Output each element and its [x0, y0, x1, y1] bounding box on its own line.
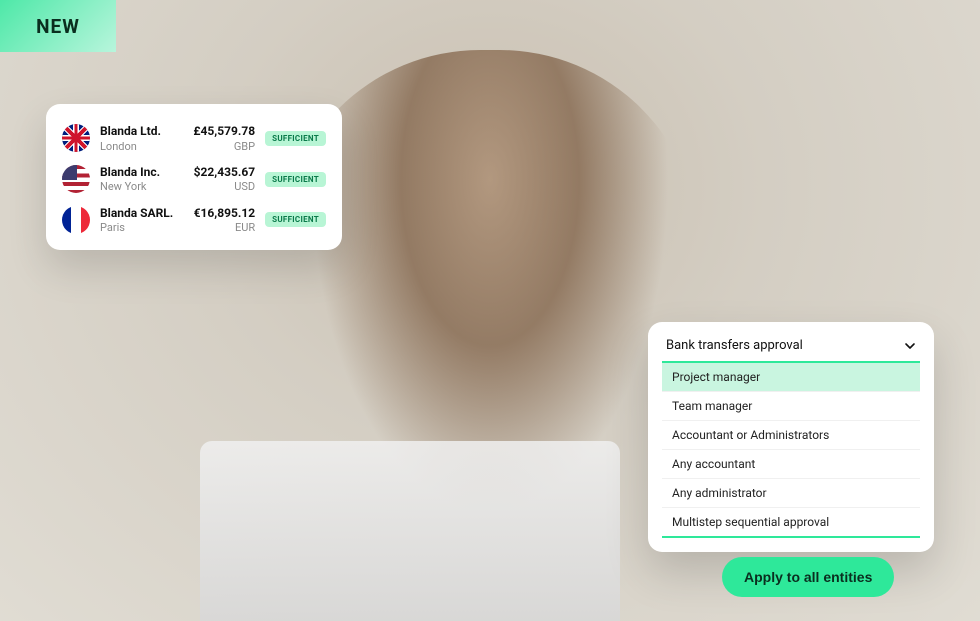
entity-name: Blanda Inc. — [100, 165, 184, 181]
entity-name-column: Blanda Inc. New York — [100, 165, 184, 194]
status-badge: SUFFICIENT — [265, 212, 326, 227]
entity-name: Blanda Ltd. — [100, 124, 183, 140]
new-badge: NEW — [0, 0, 116, 52]
dropdown-toggle[interactable]: Bank transfers approval — [662, 338, 920, 361]
entity-name-column: Blanda SARL. Paris — [100, 206, 184, 235]
dropdown-label: Bank transfers approval — [666, 338, 803, 353]
dropdown-option[interactable]: Any administrator — [662, 479, 920, 508]
entity-currency: EUR — [194, 221, 256, 234]
entity-row: Blanda SARL. Paris €16,895.12 EUR SUFFIC… — [62, 200, 326, 241]
dropdown-option[interactable]: Any accountant — [662, 450, 920, 479]
entity-amount-column: £45,579.78 GBP — [193, 124, 255, 153]
entity-amount-column: $22,435.67 USD — [194, 165, 256, 194]
flag-us-icon — [62, 165, 90, 193]
entity-currency: USD — [194, 180, 256, 193]
entity-row: Blanda Ltd. London £45,579.78 GBP SUFFIC… — [62, 118, 326, 159]
entity-amount: $22,435.67 — [194, 165, 256, 181]
new-badge-label: NEW — [36, 15, 80, 38]
status-badge: SUFFICIENT — [265, 172, 326, 187]
status-badge: SUFFICIENT — [265, 131, 326, 146]
entity-city: Paris — [100, 221, 184, 234]
entity-name-column: Blanda Ltd. London — [100, 124, 183, 153]
chevron-down-icon — [904, 340, 916, 352]
entity-city: London — [100, 140, 183, 153]
entity-amount: £45,579.78 — [193, 124, 255, 140]
dropdown-option[interactable]: Multistep sequential approval — [662, 508, 920, 536]
dropdown-option[interactable]: Accountant or Administrators — [662, 421, 920, 450]
flag-uk-icon — [62, 124, 90, 152]
apply-to-all-button[interactable]: Apply to all entities — [722, 557, 894, 597]
entity-city: New York — [100, 180, 184, 193]
entity-balances-card: Blanda Ltd. London £45,579.78 GBP SUFFIC… — [46, 104, 342, 250]
entity-amount: €16,895.12 — [194, 206, 256, 222]
dropdown-option-list: Project manager Team manager Accountant … — [662, 361, 920, 538]
entity-currency: GBP — [193, 140, 255, 153]
entity-name: Blanda SARL. — [100, 206, 184, 222]
dropdown-option[interactable]: Team manager — [662, 392, 920, 421]
background-laptop — [200, 441, 620, 621]
approval-dropdown-card: Bank transfers approval Project manager … — [648, 322, 934, 552]
flag-fr-icon — [62, 206, 90, 234]
entity-row: Blanda Inc. New York $22,435.67 USD SUFF… — [62, 159, 326, 200]
dropdown-option[interactable]: Project manager — [662, 363, 920, 392]
entity-amount-column: €16,895.12 EUR — [194, 206, 256, 235]
